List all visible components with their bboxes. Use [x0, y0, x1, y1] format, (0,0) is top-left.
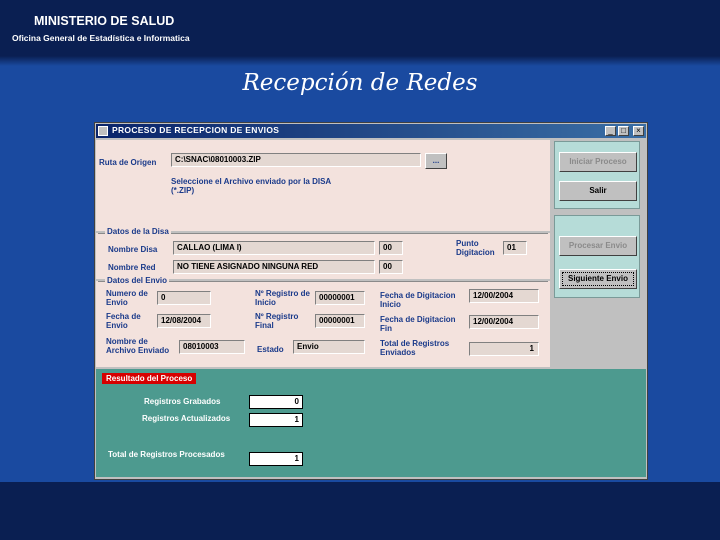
window-title: PROCESO DE RECEPCION DE ENVIOS	[112, 125, 280, 135]
estado-field[interactable]: Envio	[293, 340, 365, 354]
close-button[interactable]: ×	[633, 126, 644, 136]
numero-envio-field[interactable]: 0	[157, 291, 211, 305]
nombre-archivo-label: Nombre de Archivo Enviado	[106, 337, 170, 355]
recepcion-window: PROCESO DE RECEPCION DE ENVIOS _ □ × Rut…	[94, 122, 648, 480]
resultado-panel: Resultado del Proceso Registros Grabados…	[96, 369, 646, 477]
grabados-label: Registros Grabados	[144, 397, 221, 406]
resultado-section-title: Resultado del Proceso	[102, 373, 197, 384]
procesar-envio-button[interactable]: Procesar Envio	[559, 236, 637, 256]
fecha-dig-inicio-field[interactable]: 12/00/2004	[469, 289, 539, 303]
ruta-origen-label: Ruta de Origen	[99, 158, 157, 167]
fecha-dig-inicio-label: Fecha de Digitacion Inicio	[380, 291, 456, 309]
total-procesados-label: Total de Registros Procesados	[108, 450, 225, 459]
registro-inicio-field[interactable]: 00000001	[315, 291, 365, 305]
maximize-button[interactable]: □	[618, 126, 629, 136]
actualizados-label: Registros Actualizados	[142, 414, 231, 423]
origen-panel: Ruta de Origen C:\SNAC\08010003.ZIP ... …	[96, 140, 550, 231]
registro-final-label: Nº Registro Final	[255, 312, 299, 330]
disa-panel: Datos de la Disa Nombre Disa CALLAO (LIM…	[96, 227, 550, 279]
org-office: Oficina General de Estadística e Informa…	[12, 33, 190, 43]
registro-inicio-label: Nº Registro de Inicio	[255, 289, 310, 307]
header-band	[0, 56, 720, 66]
total-enviados-label: Total de Registros Enviados	[380, 339, 450, 357]
actions-box-top: Iniciar Proceso Salir	[554, 141, 640, 209]
minimize-button[interactable]: _	[605, 126, 616, 136]
nombre-disa-field[interactable]: CALLAO (LIMA I)	[173, 241, 375, 255]
iniciar-proceso-button[interactable]: Iniciar Proceso	[559, 152, 637, 172]
nombre-red-code[interactable]: 00	[379, 260, 403, 274]
fecha-dig-fin-field[interactable]: 12/00/2004	[469, 315, 539, 329]
slide-title: Recepción de Redes	[242, 70, 478, 96]
nombre-archivo-field[interactable]: 08010003	[179, 340, 245, 354]
nombre-disa-label: Nombre Disa	[108, 245, 158, 254]
disa-section-title: Datos de la Disa	[105, 227, 171, 236]
actions-box-bottom: Procesar Envio Siguiente Envio	[554, 215, 640, 298]
actions-panel: Iniciar Proceso Salir Procesar Envio Sig…	[552, 140, 646, 367]
envio-section-title: Datos del Envio	[105, 276, 170, 285]
org-name: MINISTERIO DE SALUD	[34, 14, 175, 28]
siguiente-envio-button[interactable]: Siguiente Envio	[559, 269, 637, 289]
slide-header-bar: MINISTERIO DE SALUD Oficina General de E…	[0, 0, 720, 56]
estado-label: Estado	[257, 345, 284, 354]
total-enviados-field[interactable]: 1	[469, 342, 539, 356]
registro-final-field[interactable]: 00000001	[315, 314, 365, 328]
nombre-red-field[interactable]: NO TIENE ASIGNADO NINGUNA RED	[173, 260, 375, 274]
app-icon	[98, 126, 108, 136]
punto-digitacion-field[interactable]: 01	[503, 241, 527, 255]
punto-digitacion-label: Punto Digitacion	[456, 239, 495, 257]
fecha-dig-fin-label: Fecha de Digitacion Fin	[380, 315, 456, 333]
actualizados-field[interactable]: 1	[249, 413, 303, 427]
window-titlebar[interactable]: PROCESO DE RECEPCION DE ENVIOS _ □ ×	[96, 124, 646, 138]
numero-envio-label: Numero de Envio	[106, 289, 148, 307]
salir-button[interactable]: Salir	[559, 181, 637, 201]
fecha-envio-field[interactable]: 12/08/2004	[157, 314, 211, 328]
slide-footer-bar	[0, 482, 720, 540]
total-procesados-field[interactable]: 1	[249, 452, 303, 466]
browse-button[interactable]: ...	[425, 153, 447, 169]
envio-panel: Datos del Envio Numero de Envio 0 Fecha …	[96, 276, 550, 367]
grabados-field[interactable]: 0	[249, 395, 303, 409]
nombre-red-label: Nombre Red	[108, 263, 156, 272]
nombre-disa-code[interactable]: 00	[379, 241, 403, 255]
fecha-envio-label: Fecha de Envio	[106, 312, 141, 330]
origen-hint: Seleccione el Archivo enviado por la DIS…	[171, 177, 331, 195]
ruta-origen-field[interactable]: C:\SNAC\08010003.ZIP	[171, 153, 421, 167]
